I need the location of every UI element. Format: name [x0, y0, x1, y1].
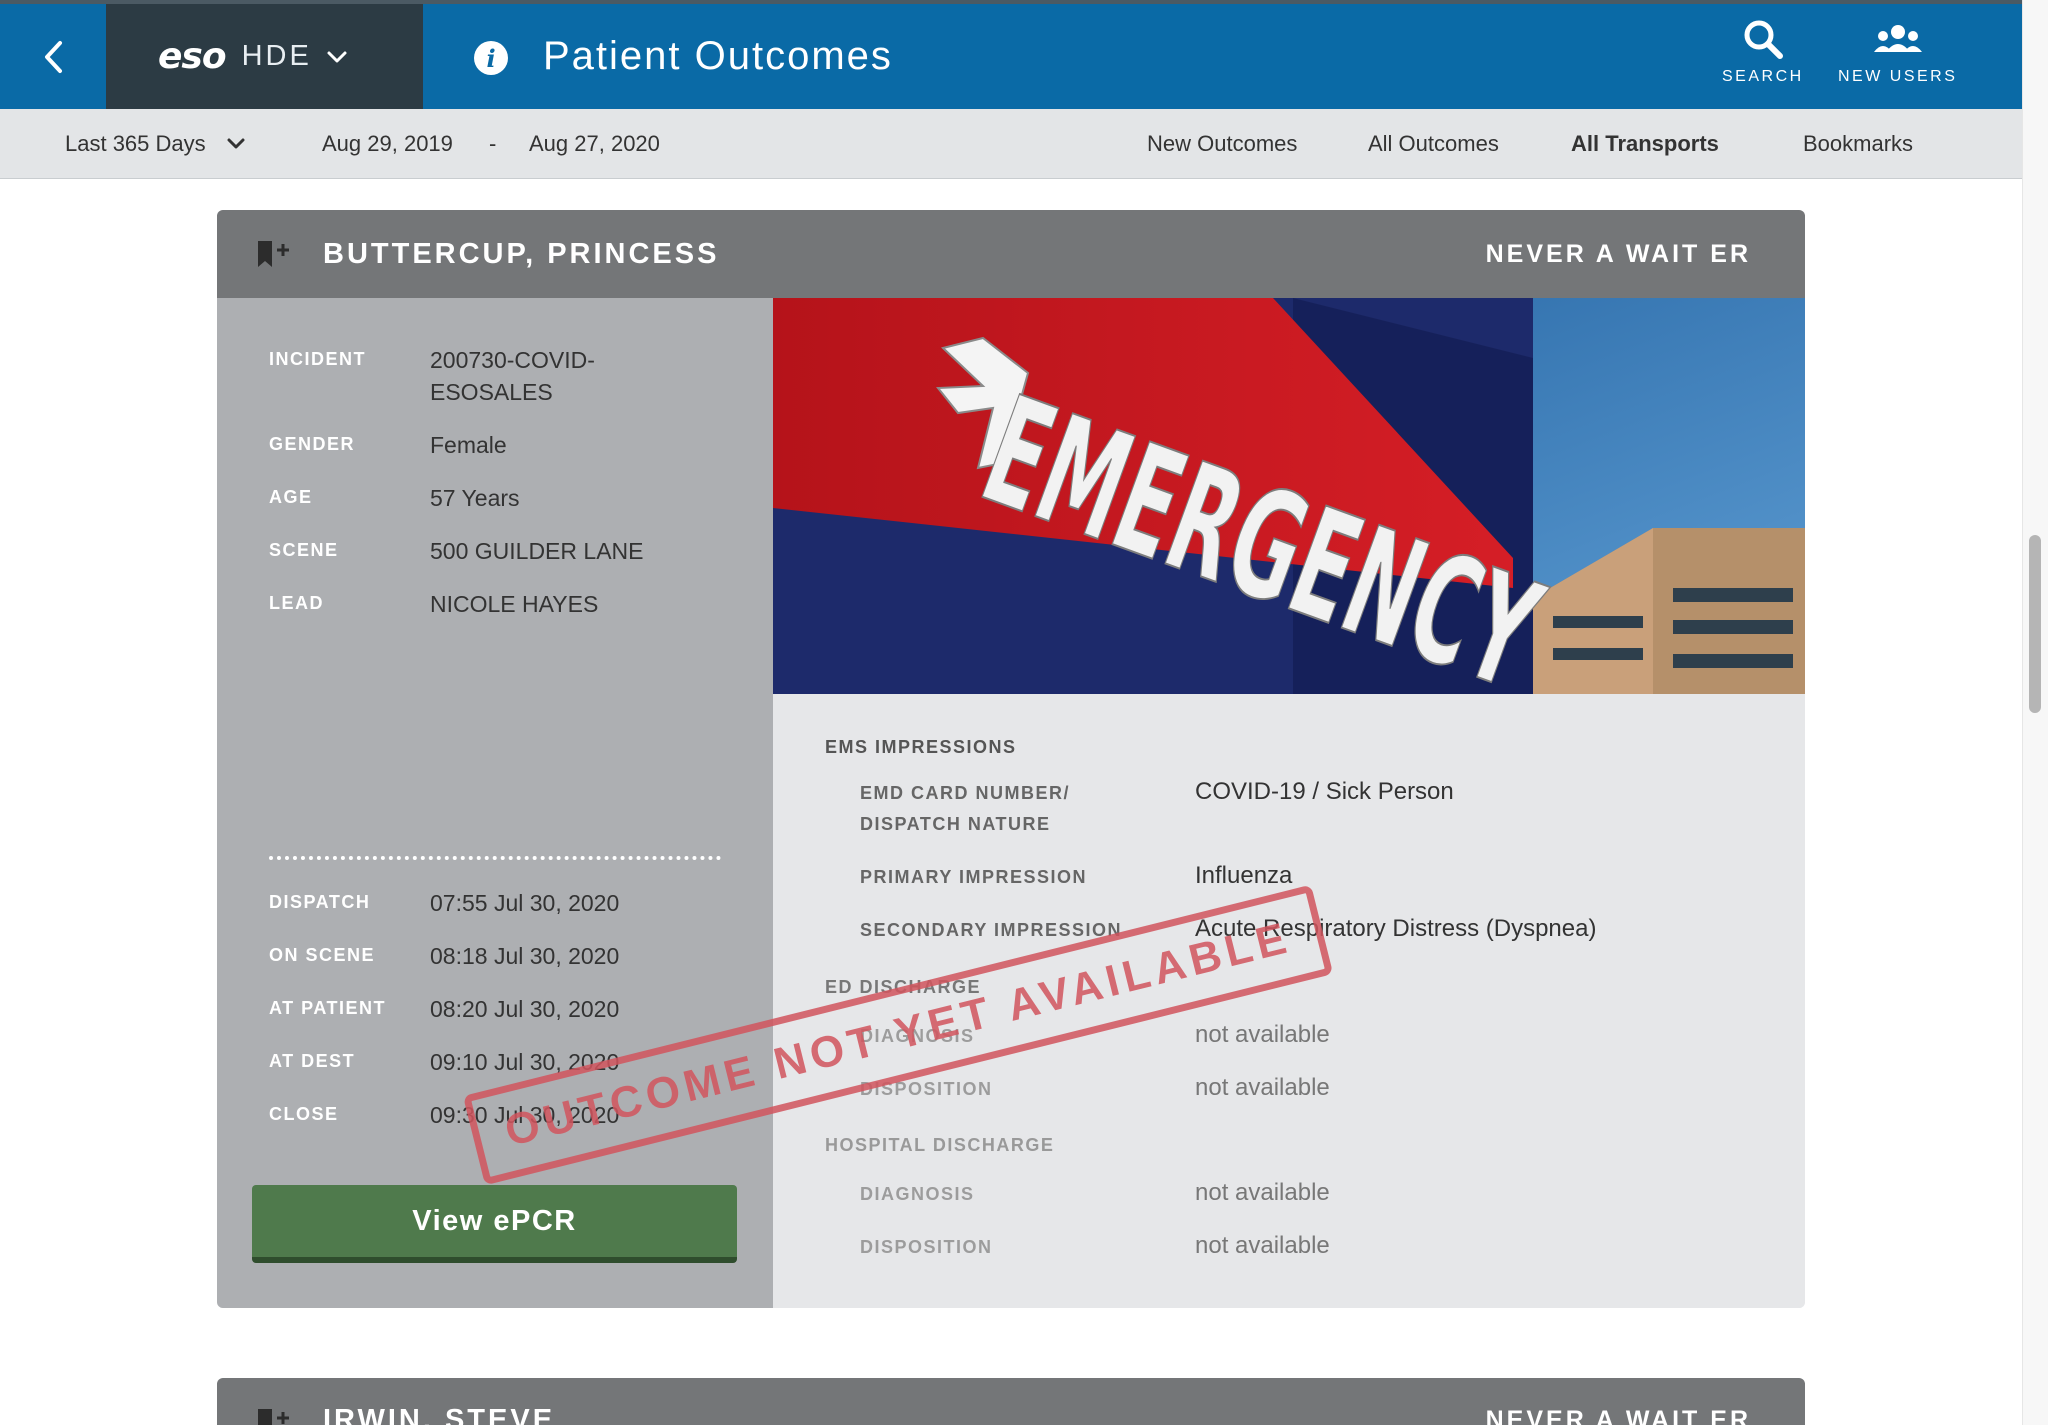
detail-row-lead: LEAD NICOLE HAYES — [269, 588, 730, 620]
filter-bar: Last 365 Days Aug 29, 2019 - Aug 27, 202… — [0, 109, 2022, 179]
facility-name: NEVER A WAIT ER — [1485, 240, 1751, 268]
back-button[interactable] — [0, 4, 106, 109]
divider — [269, 856, 721, 860]
patient-name[interactable]: BUTTERCUP, PRINCESS — [323, 238, 719, 271]
detail-row-hospital-disposition: DISPOSITION not available — [860, 1230, 1755, 1263]
date-from[interactable]: Aug 29, 2019 — [322, 131, 453, 157]
tab-new-outcomes[interactable]: New Outcomes — [1147, 131, 1297, 157]
detail-label: INCIDENT — [269, 349, 366, 369]
detail-value: not available — [1195, 1021, 1330, 1048]
add-bookmark-icon[interactable] — [255, 1408, 295, 1425]
detail-value: 57 Years — [430, 485, 520, 511]
detail-label: ON SCENE — [269, 945, 376, 965]
chevron-down-icon — [326, 50, 348, 64]
product-switcher[interactable]: eso HDE — [106, 4, 423, 109]
detail-label: LEAD — [269, 593, 324, 613]
detail-value: 08:18 Jul 30, 2020 — [430, 943, 620, 969]
search-label: SEARCH — [1722, 68, 1804, 85]
detail-value: Influenza — [1195, 862, 1293, 889]
date-separator: - — [489, 131, 497, 156]
patient-card: BUTTERCUP, PRINCESS NEVER A WAIT ER INCI… — [217, 210, 1805, 1308]
info-icon[interactable]: i — [474, 41, 508, 75]
detail-value: 07:55 Jul 30, 2020 — [430, 890, 620, 916]
detail-label: SCENE — [269, 540, 339, 560]
detail-label: AT DEST — [269, 1051, 356, 1071]
chevron-left-icon — [45, 40, 62, 73]
facility-name: NEVER A WAIT ER — [1485, 1406, 1751, 1425]
detail-label: DIAGNOSIS — [860, 1184, 975, 1204]
tab-all-outcomes[interactable]: All Outcomes — [1368, 131, 1499, 157]
date-range-value: Last 365 Days — [65, 131, 206, 156]
detail-row-emd: EMD CARD NUMBER/ DISPATCH NATURE COVID-1… — [860, 776, 1755, 840]
detail-value: NICOLE HAYES — [430, 591, 599, 617]
top-header: eso HDE i Patient Outcomes SEARCH NEW US… — [0, 0, 2022, 109]
detail-label: PRIMARY IMPRESSION — [860, 867, 1088, 887]
detail-row-dispatch: DISPATCH 07:55 Jul 30, 2020 — [269, 887, 730, 919]
detail-value: not available — [1195, 1232, 1330, 1259]
section-hospital-discharge: HOSPITAL DISCHARGE — [825, 1135, 1055, 1155]
patient-name[interactable]: IRWIN, STEVE — [323, 1404, 555, 1425]
tab-bookmarks[interactable]: Bookmarks — [1803, 131, 1913, 157]
detail-row-on-scene: ON SCENE 08:18 Jul 30, 2020 — [269, 940, 730, 972]
chevron-down-icon — [226, 138, 246, 150]
detail-value: 200730-COVID-ESOSALES — [430, 347, 595, 405]
product-name: HDE — [241, 40, 312, 72]
page-title: Patient Outcomes — [543, 34, 893, 78]
detail-label: DISPOSITION — [860, 1237, 993, 1257]
eso-logo: eso — [158, 36, 227, 77]
patient-card: IRWIN, STEVE NEVER A WAIT ER — [217, 1378, 1805, 1425]
detail-value: not available — [1195, 1074, 1330, 1101]
date-range-select[interactable]: Last 365 Days — [65, 131, 246, 157]
date-to[interactable]: Aug 27, 2020 — [529, 131, 660, 157]
detail-value: not available — [1195, 1179, 1330, 1206]
detail-value: COVID-19 / Sick Person — [1195, 778, 1454, 805]
detail-row-at-patient: AT PATIENT 08:20 Jul 30, 2020 — [269, 993, 730, 1025]
detail-value: 500 GUILDER LANE — [430, 538, 644, 564]
app-window: eso HDE i Patient Outcomes SEARCH NEW US… — [0, 0, 2048, 1425]
view-epcr-button[interactable]: View ePCR — [252, 1185, 737, 1263]
detail-row-ed-disposition: DISPOSITION not available — [860, 1072, 1755, 1105]
detail-label: GENDER — [269, 434, 356, 454]
detail-label: EMD CARD NUMBER/ DISPATCH NATURE — [860, 783, 1070, 834]
section-ems-impressions: EMS IMPRESSIONS — [825, 737, 1017, 757]
tab-all-transports[interactable]: All Transports — [1571, 131, 1719, 157]
hospital-photo: EMERGENCY — [773, 298, 1805, 694]
search-icon — [1744, 20, 1783, 59]
add-bookmark-icon[interactable] — [255, 240, 295, 275]
detail-label: CLOSE — [269, 1104, 339, 1124]
users-icon — [1873, 25, 1922, 52]
card-header: BUTTERCUP, PRINCESS NEVER A WAIT ER — [217, 210, 1805, 298]
detail-label: AT PATIENT — [269, 998, 386, 1018]
search-button[interactable]: SEARCH — [1722, 18, 1804, 86]
detail-row-gender: GENDER Female — [269, 429, 730, 461]
detail-label: DISPATCH — [269, 892, 371, 912]
detail-row-hospital-diagnosis: DIAGNOSIS not available — [860, 1177, 1755, 1210]
detail-row-scene: SCENE 500 GUILDER LANE — [269, 535, 730, 567]
detail-row-incident: INCIDENT 200730-COVID-ESOSALES — [269, 344, 610, 408]
scrollbar-thumb[interactable] — [2029, 535, 2041, 713]
detail-value: 08:20 Jul 30, 2020 — [430, 996, 620, 1022]
new-users-button[interactable]: NEW USERS — [1838, 18, 1957, 86]
detail-label: AGE — [269, 487, 313, 507]
detail-row-age: AGE 57 Years — [269, 482, 730, 514]
detail-value: Female — [430, 432, 507, 458]
new-users-label: NEW USERS — [1838, 68, 1958, 85]
